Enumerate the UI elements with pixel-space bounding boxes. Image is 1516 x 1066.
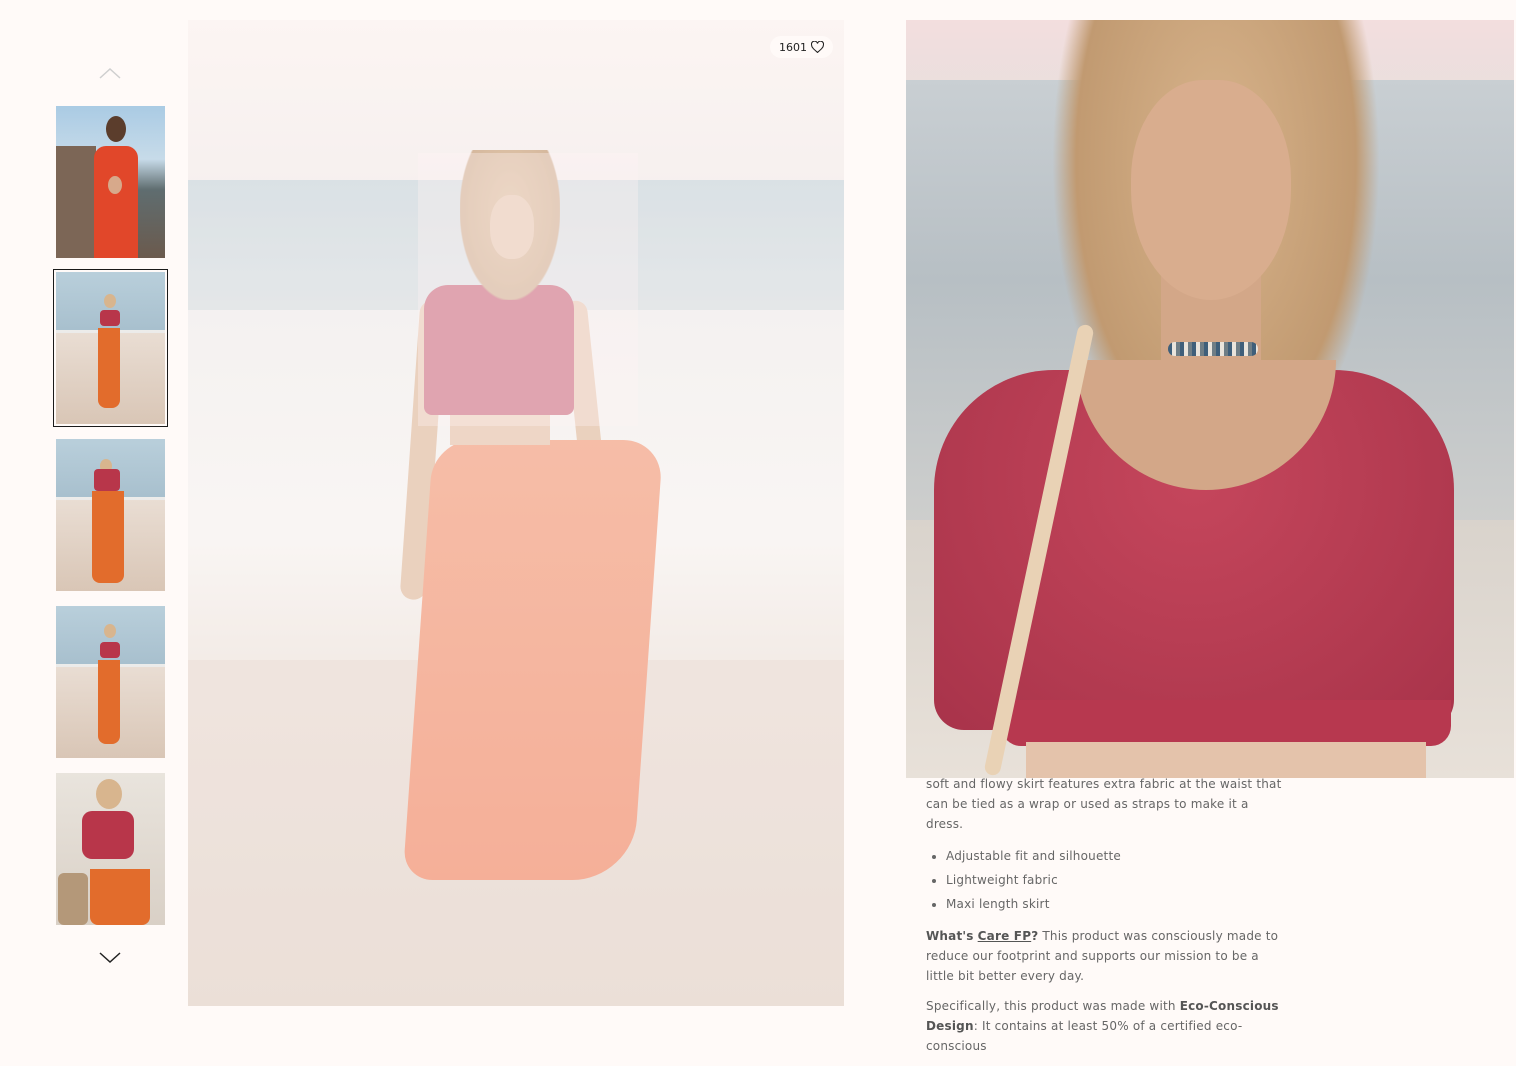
eco-text: : It contains at least 50% of a certifie… — [926, 1019, 1243, 1053]
product-description: soft and flowy skirt features extra fabr… — [926, 764, 1286, 1066]
thumbnail-5[interactable] — [56, 773, 165, 925]
description-intro: soft and flowy skirt features extra fabr… — [926, 777, 1282, 831]
main-product-image[interactable] — [188, 20, 844, 1006]
chevron-up-icon — [99, 67, 121, 79]
care-fp-link[interactable]: Care FP — [978, 929, 1032, 943]
eco-paragraph: Specifically, this product was made with… — [926, 996, 1286, 1056]
heart-outline-icon — [811, 41, 824, 53]
care-prefix: What's — [926, 929, 974, 943]
thumbnail-3[interactable] — [56, 439, 165, 591]
gallery-prev-button[interactable] — [96, 64, 124, 84]
necklace — [1168, 342, 1258, 356]
care-suffix: ? — [1031, 929, 1039, 943]
thumbnail-2[interactable] — [53, 269, 168, 427]
feature-list: Adjustable fit and silhouette Lightweigh… — [926, 844, 1286, 916]
zoom-preview-panel — [906, 20, 1514, 778]
chevron-down-icon — [99, 952, 121, 964]
gallery-next-button[interactable] — [96, 948, 124, 968]
favorite-button[interactable]: 1601 — [770, 36, 833, 58]
eco-prefix: Specifically, this product was made with — [926, 999, 1176, 1013]
thumbnail-4[interactable] — [56, 606, 165, 758]
thumbnail-1[interactable] — [56, 106, 165, 258]
feature-item: Adjustable fit and silhouette — [946, 844, 1286, 868]
feature-item: Maxi length skirt — [946, 892, 1286, 916]
favorite-count: 1601 — [779, 40, 807, 54]
feature-item: Lightweight fabric — [946, 868, 1286, 892]
care-fp-paragraph: What's Care FP? This product was conscio… — [926, 926, 1286, 986]
